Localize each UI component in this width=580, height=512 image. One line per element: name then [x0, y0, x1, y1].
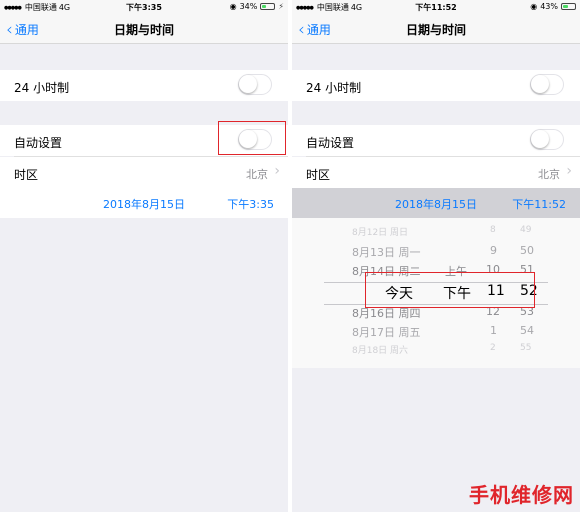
timezone-value: 北京 — [538, 168, 560, 181]
current-date: 2018年8月15日 — [395, 198, 477, 211]
left-screen: ●●●●● 中国联通 4G 下午3:35 ◉ 34% ⚡ ‹ 通用 日期与时间 … — [0, 0, 288, 512]
auto-set-cell: 自动设置 — [292, 125, 580, 156]
hour24-cell: 24 小时制 — [292, 70, 580, 101]
battery-icon — [260, 3, 276, 10]
current-time: 下午3:35 — [227, 198, 274, 211]
page-title: 日期与时间 — [405, 23, 466, 37]
picker-hour: 2 — [490, 343, 496, 353]
picker-hour: 9 — [490, 244, 497, 257]
status-right: ◉ 34% ⚡ — [230, 2, 284, 11]
current-date: 2018年8月15日 — [103, 198, 185, 211]
picker-day: 8月13日 周一 — [352, 246, 421, 259]
picker-hour: 1 — [490, 324, 497, 337]
battery-percent: 43% — [540, 2, 558, 11]
picker-minute: 54 — [520, 324, 534, 337]
nav-bar: ‹ 通用 日期与时间 — [0, 14, 288, 44]
hour24-label: 24 小时制 — [306, 81, 362, 95]
highlight-box-picker — [365, 272, 535, 308]
datetime-row[interactable]: 2018年8月15日 下午3:35 — [0, 188, 288, 218]
timezone-label: 时区 — [14, 168, 39, 182]
timezone-cell[interactable]: 时区 北京 › — [0, 157, 288, 188]
toggle-knob — [531, 130, 549, 148]
rotation-lock-icon: ◉ — [229, 2, 237, 11]
chevron-right-icon: › — [566, 163, 572, 179]
comparison-canvas: ●●●●● 中国联通 4G 下午3:35 ◉ 34% ⚡ ‹ 通用 日期与时间 … — [0, 0, 580, 512]
auto-set-toggle[interactable] — [530, 129, 564, 150]
picker-minute: 50 — [520, 244, 534, 257]
picker-minute: 55 — [520, 343, 532, 353]
status-bar: ●●●●● 中国联通 4G 下午11:52 ◉ 43% — [292, 0, 580, 14]
status-bar: ●●●●● 中国联通 4G 下午3:35 ◉ 34% ⚡ — [0, 0, 288, 14]
picker-day: 8月18日 周六 — [352, 346, 409, 356]
picker-day: 8月17日 周五 — [352, 326, 421, 339]
picker-day: 8月12日 周日 — [352, 228, 409, 238]
auto-set-label: 自动设置 — [14, 136, 63, 150]
datetime-row[interactable]: 2018年8月15日 下午11:52 — [292, 188, 580, 218]
auto-set-label: 自动设置 — [306, 136, 355, 150]
hour24-cell: 24 小时制 — [0, 70, 288, 101]
picker-row[interactable]: 8月18日 周六 2 55 — [292, 343, 580, 363]
picker-row[interactable]: 8月16日 周四 12 53 — [292, 305, 580, 325]
picker-row[interactable]: 8月12日 周日 8 49 — [292, 225, 580, 245]
picker-minute: 49 — [520, 225, 532, 235]
nav-bar: ‹ 通用 日期与时间 — [292, 14, 580, 44]
highlight-box-toggle — [218, 121, 286, 155]
page-title: 日期与时间 — [113, 23, 174, 37]
timezone-label: 时区 — [306, 168, 331, 182]
charging-icon: ⚡ — [278, 2, 284, 11]
timezone-cell[interactable]: 时区 北京 › — [292, 157, 580, 188]
hour24-toggle[interactable] — [530, 74, 564, 95]
timezone-value: 北京 — [246, 168, 268, 181]
rotation-lock-icon: ◉ — [530, 2, 538, 11]
toggle-knob — [239, 75, 257, 93]
picker-row[interactable]: 8月13日 周一 9 50 — [292, 244, 580, 264]
picker-hour: 8 — [490, 225, 496, 235]
chevron-right-icon: › — [274, 163, 280, 179]
hour24-toggle[interactable] — [238, 74, 272, 95]
status-right: ◉ 43% — [530, 2, 576, 11]
right-screen: ●●●●● 中国联通 4G 下午11:52 ◉ 43% ‹ 通用 日期与时间 2… — [292, 0, 580, 512]
hour24-label: 24 小时制 — [14, 81, 70, 95]
watermark: 手机维修网 — [469, 483, 574, 507]
battery-percent: 34% — [239, 2, 258, 11]
battery-icon — [561, 3, 576, 10]
picker-row[interactable]: 8月17日 周五 1 54 — [292, 324, 580, 344]
toggle-knob — [531, 75, 549, 93]
current-time: 下午11:52 — [512, 198, 566, 211]
